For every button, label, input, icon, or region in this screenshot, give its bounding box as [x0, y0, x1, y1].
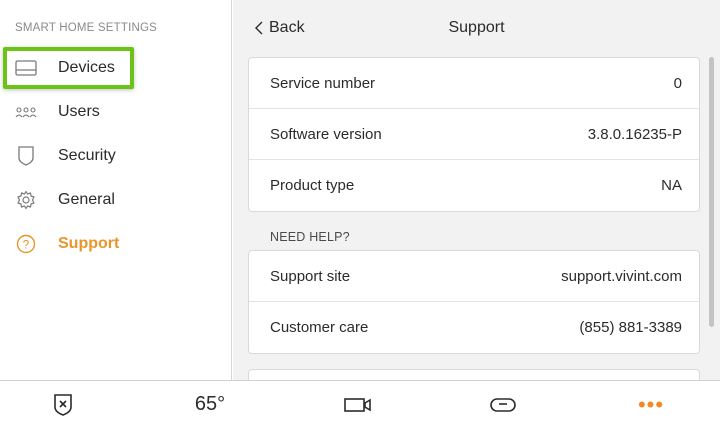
- info-row-product-type: Product type NA: [249, 160, 699, 211]
- devices-icon: [15, 57, 37, 79]
- svg-text:?: ?: [23, 238, 30, 252]
- info-card: Service number 0 Software version 3.8.0.…: [248, 57, 700, 212]
- remote-button[interactable]: [480, 381, 526, 427]
- users-icon: [15, 101, 37, 123]
- sidebar-item-label: Support: [58, 235, 120, 252]
- camera-icon: [344, 397, 371, 412]
- sidebar-item-label: Security: [58, 147, 116, 164]
- help-row-support-site[interactable]: Support site support.vivint.com: [249, 251, 699, 302]
- help-card: Support site support.vivint.com Customer…: [248, 250, 700, 354]
- bottom-bar: 65° •••: [0, 380, 720, 427]
- row-value: 3.8.0.16235-P: [587, 125, 682, 143]
- sidebar-item-users[interactable]: Users: [0, 92, 232, 132]
- shield-icon: [15, 145, 37, 167]
- remote-icon: [490, 397, 516, 412]
- gear-icon: [15, 189, 37, 211]
- thermostat-temperature[interactable]: 65°: [180, 381, 240, 427]
- help-row-customer-care[interactable]: Customer care (855) 881-3389: [249, 302, 699, 353]
- more-menu-icon[interactable]: •••: [628, 381, 674, 427]
- sidebar-item-general[interactable]: General: [0, 180, 232, 220]
- sidebar-item-support[interactable]: ? Support: [0, 224, 232, 264]
- info-row-software-version: Software version 3.8.0.16235-P: [249, 109, 699, 160]
- info-row-service-number: Service number 0: [249, 58, 699, 109]
- scrollbar[interactable]: [709, 57, 714, 327]
- row-key: Customer care: [270, 319, 369, 336]
- row-key: Support site: [270, 267, 351, 285]
- row-key: Service number: [270, 74, 376, 92]
- row-value: (855) 881-3389: [579, 319, 682, 336]
- row-key: Product type: [270, 177, 355, 194]
- sidebar-item-security[interactable]: Security: [0, 136, 232, 176]
- row-value: support.vivint.com: [561, 267, 682, 285]
- settings-sidebar: SMART HOME SETTINGS Devices Users Securi…: [0, 0, 232, 380]
- row-value: NA: [661, 177, 682, 194]
- camera-button[interactable]: [335, 381, 381, 427]
- help-circle-icon: ?: [15, 233, 37, 255]
- sidebar-item-label: General: [58, 191, 115, 208]
- page-title: Support: [448, 19, 505, 36]
- sidebar-item-devices[interactable]: Devices: [0, 48, 232, 88]
- row-key: Software version: [270, 125, 382, 143]
- support-panel: Back Support Service number 0 Software v…: [233, 0, 720, 389]
- need-help-label: NEED HELP?: [270, 230, 350, 244]
- sidebar-title: SMART HOME SETTINGS: [15, 22, 158, 34]
- sidebar-item-label: Users: [58, 103, 100, 120]
- shield-x-icon: [54, 393, 72, 416]
- panel-header: Back Support: [233, 0, 720, 55]
- sidebar-item-label: Devices: [58, 59, 115, 76]
- row-value: 0: [673, 74, 682, 92]
- security-status-button[interactable]: [40, 381, 86, 427]
